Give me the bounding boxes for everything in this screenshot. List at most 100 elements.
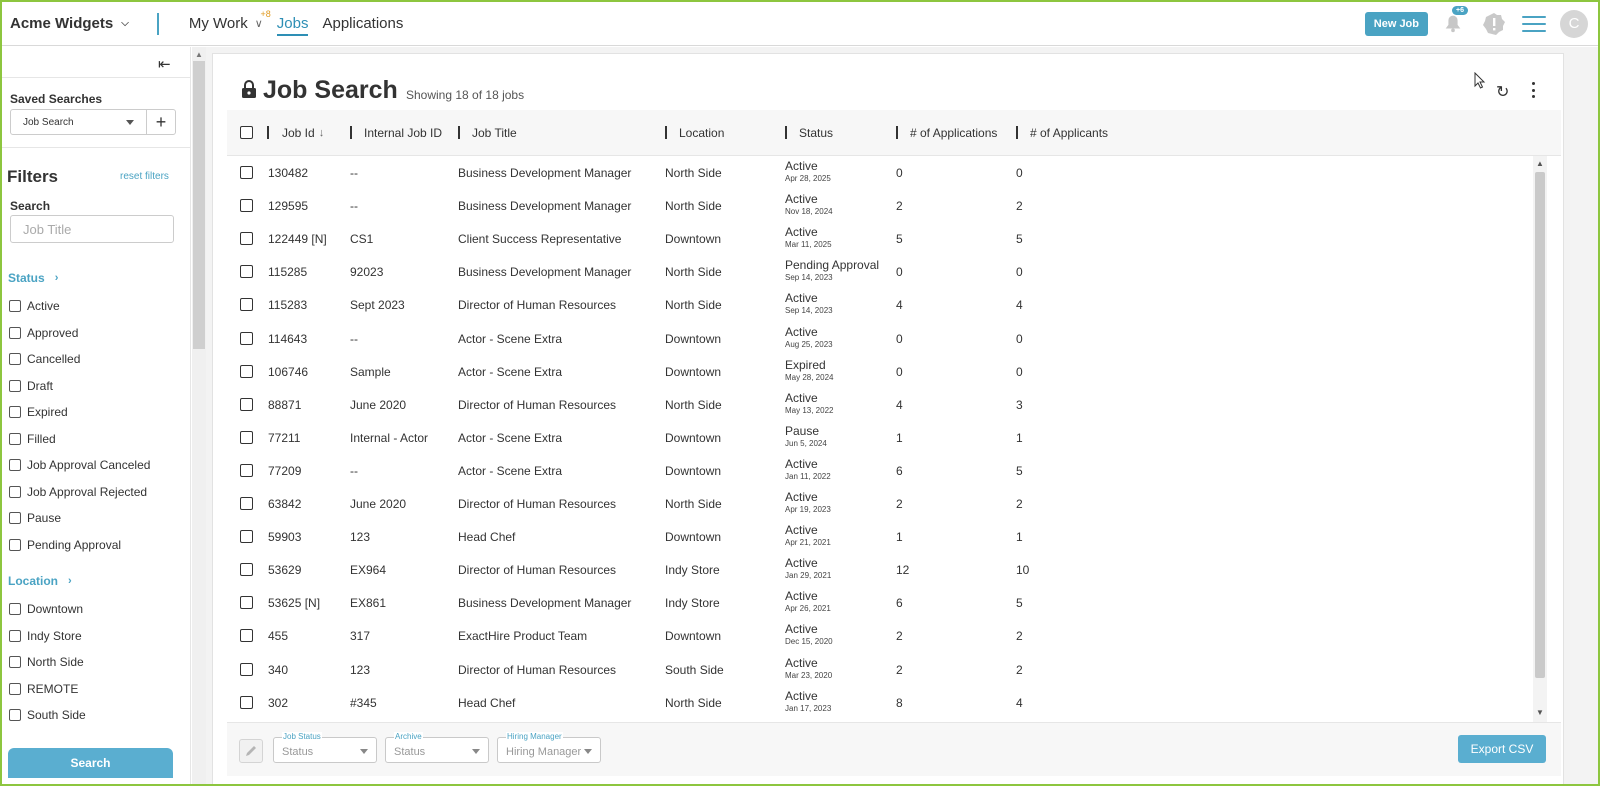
checkbox[interactable] <box>9 485 21 498</box>
table-row[interactable]: 106746 Sample Actor - Scene Extra Downtown 0… <box>227 355 1543 388</box>
notifications-button[interactable]: +6 <box>1442 5 1468 36</box>
cell-id[interactable]: 53625 [N] <box>268 596 320 610</box>
table-row[interactable]: 115283 Sept 2023 Director of Human Resourc… <box>227 288 1543 321</box>
cell-id[interactable]: 122449 [N] <box>268 232 327 246</box>
location-filter-option[interactable]: Downtown <box>9 602 83 616</box>
cell-title[interactable]: Client Success Representative <box>458 232 621 246</box>
refresh-icon[interactable]: ↻ <box>1496 82 1509 102</box>
alert-button[interactable] <box>1482 12 1506 36</box>
row-checkbox[interactable] <box>240 199 253 213</box>
table-row[interactable]: 59903 123 Head Chef Downtown 1 1 Active Apr 21,… <box>227 520 1543 553</box>
archive-select[interactable]: Archive Status <box>385 732 489 763</box>
row-checkbox[interactable] <box>240 232 253 246</box>
table-row[interactable]: 129595 -- Business Development Manager Nort… <box>227 189 1543 222</box>
cell-title[interactable]: Head Chef <box>458 530 515 544</box>
status-filter-option[interactable]: Approved <box>9 326 78 340</box>
status-filter-option[interactable]: Expired <box>9 405 68 419</box>
column-header-applications[interactable]: # of Applications <box>910 126 997 140</box>
checkbox[interactable] <box>9 656 21 668</box>
cell-id[interactable]: 106746 <box>268 365 308 379</box>
checkbox[interactable] <box>9 603 21 615</box>
column-header-job-id[interactable]: Job Id ↓ <box>282 126 324 140</box>
scrollbar-thumb[interactable] <box>1535 172 1545 678</box>
row-checkbox[interactable] <box>240 662 253 676</box>
row-checkbox[interactable] <box>240 364 253 378</box>
status-filter-option[interactable]: Job Approval Canceled <box>9 458 150 472</box>
checkbox[interactable] <box>9 709 21 721</box>
table-row[interactable]: 455 317 ExactHire Product Team Downtown 2 2 Ac… <box>227 619 1543 652</box>
export-csv-button[interactable]: Export CSV <box>1458 735 1546 763</box>
column-header-internal-job-id[interactable]: Internal Job ID <box>364 126 442 140</box>
table-row[interactable]: 340 123 Director of Human Resources South S… <box>227 653 1543 686</box>
hiring-manager-select[interactable]: Hiring Manager Hiring Manager <box>497 732 601 763</box>
row-checkbox[interactable] <box>240 331 253 345</box>
cell-title[interactable]: Director of Human Resources <box>458 398 616 412</box>
row-checkbox[interactable] <box>240 298 253 312</box>
search-button[interactable]: Search <box>8 748 173 778</box>
cell-title[interactable]: Director of Human Resources <box>458 563 616 577</box>
status-filter-heading[interactable]: Status › <box>8 271 58 285</box>
scroll-down-icon[interactable]: ▼ <box>1536 708 1544 717</box>
location-filter-option[interactable]: Indy Store <box>9 629 82 643</box>
column-header-location[interactable]: Location <box>679 126 724 140</box>
cell-title[interactable]: Actor - Scene Extra <box>458 365 562 379</box>
cell-id[interactable]: 63842 <box>268 497 301 511</box>
checkbox[interactable] <box>9 432 21 445</box>
more-options-icon[interactable] <box>1532 82 1536 98</box>
checkbox[interactable] <box>9 379 21 392</box>
location-filter-option[interactable]: REMOTE <box>9 682 78 696</box>
checkbox[interactable] <box>9 326 21 339</box>
cell-id[interactable]: 455 <box>268 629 288 643</box>
checkbox[interactable] <box>9 538 21 551</box>
cell-title[interactable]: Actor - Scene Extra <box>458 332 562 346</box>
nav-my-work[interactable]: My Work ∨ +8 <box>189 9 271 32</box>
row-checkbox[interactable] <box>240 695 253 709</box>
cell-id[interactable]: 130482 <box>268 166 308 180</box>
status-filter-option[interactable]: Pause <box>9 511 61 525</box>
column-header-status[interactable]: Status <box>799 126 833 140</box>
cell-id[interactable]: 115285 <box>268 265 307 279</box>
cell-title[interactable]: Business Development Manager <box>458 265 631 279</box>
status-filter-option[interactable]: Active <box>9 299 60 313</box>
table-row[interactable]: 77209 -- Actor - Scene Extra Downtown 6 5 Acti… <box>227 454 1543 487</box>
table-row[interactable]: 77211 Internal - Actor Actor - Scene Extra… <box>227 421 1543 454</box>
cell-id[interactable]: 340 <box>268 663 288 677</box>
cell-id[interactable]: 53629 <box>268 563 301 577</box>
cell-title[interactable]: Actor - Scene Extra <box>458 464 562 478</box>
saved-search-select[interactable]: Job Search <box>10 109 147 135</box>
job-title-search-input[interactable] <box>10 215 174 243</box>
checkbox[interactable] <box>9 682 21 695</box>
table-row[interactable]: 302 #345 Head Chef North Side 8 4 Active Jan 17… <box>227 686 1543 719</box>
scroll-up-icon[interactable]: ▲ <box>1536 159 1544 168</box>
status-filter-option[interactable]: Filled <box>9 432 56 446</box>
nav-applications[interactable]: Applications <box>322 15 403 32</box>
collapse-sidebar-icon[interactable]: ⇤ <box>158 55 171 73</box>
table-row[interactable]: 115285 92023 Business Development Manager N… <box>227 255 1543 288</box>
status-filter-option[interactable]: Pending Approval <box>9 538 121 552</box>
column-header-job-title[interactable]: Job Title <box>472 126 517 140</box>
cell-title[interactable]: Director of Human Resources <box>458 663 616 677</box>
checkbox[interactable] <box>9 406 21 418</box>
checkbox[interactable] <box>9 353 21 365</box>
table-row[interactable]: 88871 June 2020 Director of Human Resource… <box>227 388 1543 421</box>
cell-title[interactable]: Business Development Manager <box>458 596 631 610</box>
location-filter-option[interactable]: North Side <box>9 655 84 669</box>
table-scrollbar[interactable]: ▲ ▼ <box>1533 156 1547 722</box>
cell-id[interactable]: 114643 <box>268 332 307 346</box>
row-checkbox[interactable] <box>240 166 253 179</box>
table-row[interactable]: 130482 -- Business Development Manager Nort… <box>227 156 1543 189</box>
sidebar-scrollbar[interactable]: ▲ <box>192 47 206 784</box>
location-filter-option[interactable]: South Side <box>9 708 86 722</box>
cell-id[interactable]: 115283 <box>268 298 307 312</box>
cell-title[interactable]: ExactHire Product Team <box>458 629 587 643</box>
cell-id[interactable]: 302 <box>268 696 288 710</box>
status-filter-option[interactable]: Cancelled <box>9 352 80 366</box>
cell-title[interactable]: Actor - Scene Extra <box>458 431 562 445</box>
cell-id[interactable]: 88871 <box>268 398 301 412</box>
cell-title[interactable]: Director of Human Resources <box>458 298 616 312</box>
nav-jobs[interactable]: Jobs <box>276 15 309 36</box>
checkbox[interactable] <box>9 629 21 642</box>
status-filter-option[interactable]: Draft <box>9 379 53 393</box>
location-filter-heading[interactable]: Location › <box>8 574 72 588</box>
table-row[interactable]: 53629 EX964 Director of Human Resources Ind… <box>227 553 1543 586</box>
